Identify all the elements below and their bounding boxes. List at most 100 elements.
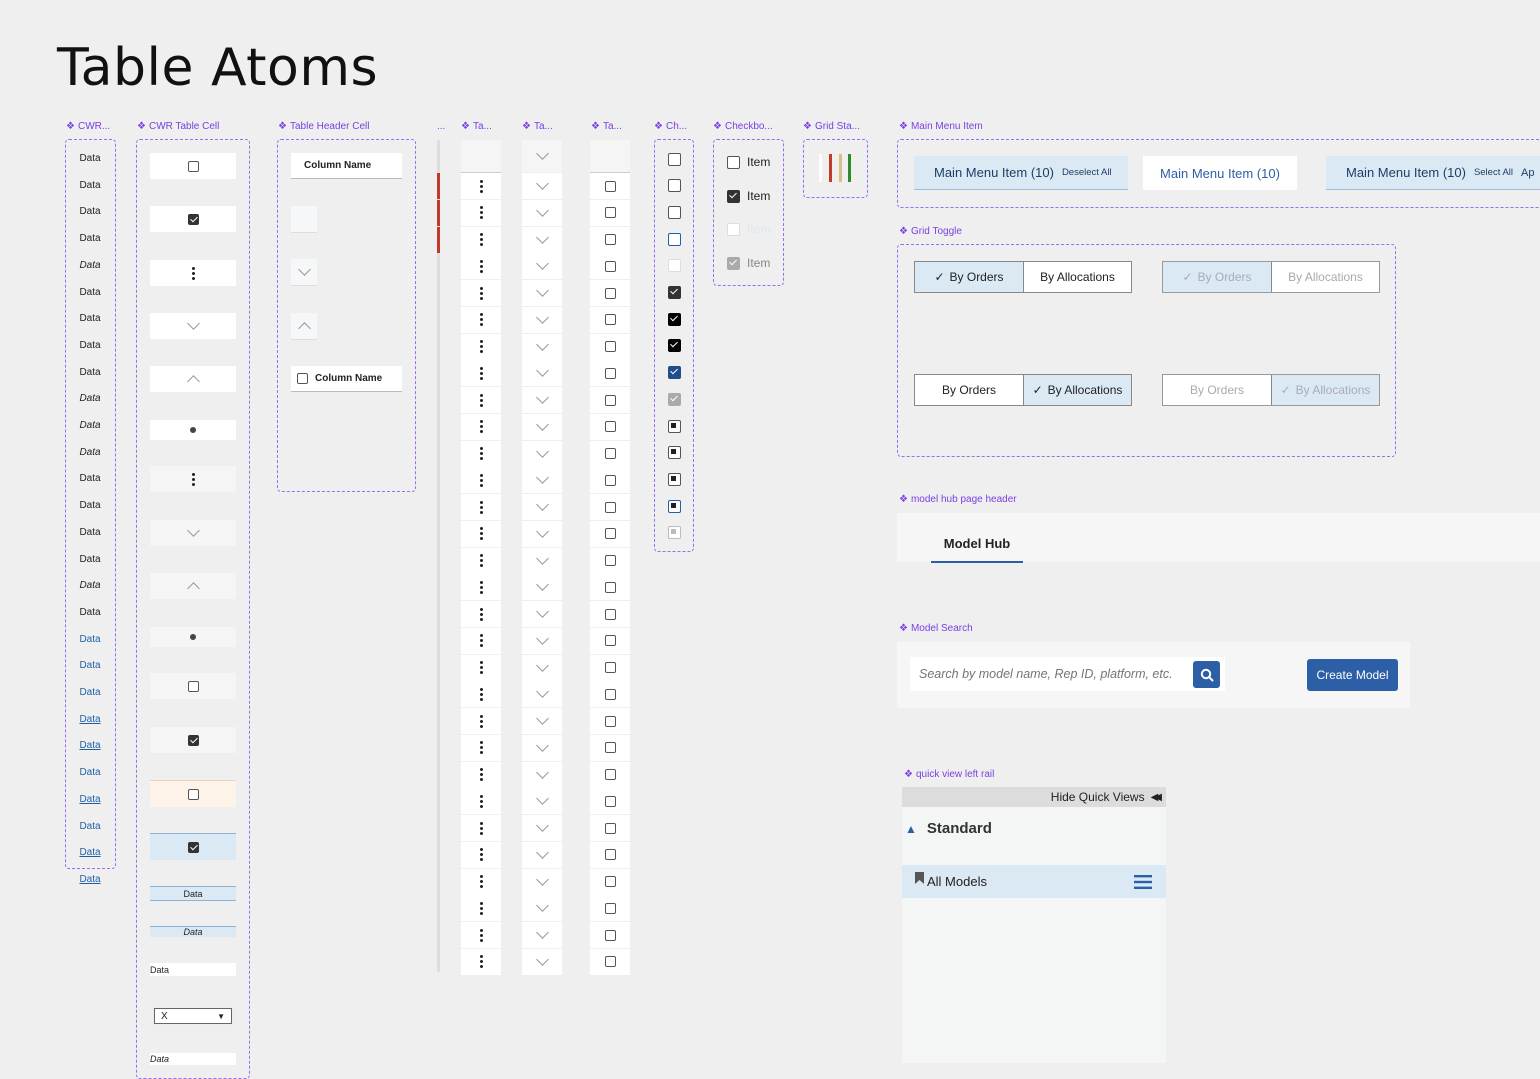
row-checkbox-cell[interactable] [590, 306, 630, 333]
chevron-down-icon[interactable] [535, 819, 549, 832]
chevron-down-icon[interactable] [186, 317, 200, 330]
checkbox-state[interactable] [667, 152, 681, 166]
chevron-down-icon[interactable] [535, 203, 549, 217]
row-kebab-cell[interactable] [461, 948, 501, 975]
row-checkbox-cell[interactable] [590, 654, 630, 681]
checkbox-unchecked[interactable] [604, 849, 616, 861]
deselect-all-link[interactable]: Deselect All [1062, 167, 1112, 178]
checkbox-state[interactable] [667, 472, 681, 486]
tab-model-hub[interactable]: Model Hub [931, 536, 1023, 563]
kebab-icon[interactable] [479, 259, 483, 273]
chevron-down-icon[interactable] [535, 899, 549, 913]
checkbox-unchecked[interactable] [604, 421, 616, 433]
row-checkbox-cell[interactable] [590, 948, 630, 975]
checkbox-unchecked[interactable] [604, 555, 616, 566]
row-expand-cell[interactable] [522, 173, 562, 199]
kebab-icon[interactable] [479, 901, 483, 915]
row-kebab-cell[interactable] [461, 841, 501, 868]
chevron-down-icon[interactable] [535, 926, 549, 939]
row-kebab-cell[interactable] [461, 627, 501, 654]
checkbox-unchecked[interactable] [604, 956, 616, 968]
row-checkbox-cell[interactable] [590, 413, 630, 440]
chevron-down-icon[interactable] [535, 310, 549, 324]
checkbox-checked[interactable] [667, 339, 681, 353]
row-kebab-cell[interactable] [461, 306, 501, 333]
checkbox-item[interactable]: Item [727, 189, 770, 203]
checkbox-checked[interactable] [667, 312, 681, 326]
row-checkbox-cell[interactable] [590, 815, 630, 841]
kebab-icon[interactable] [479, 340, 483, 353]
row-checkbox-cell[interactable] [590, 467, 630, 494]
row-checkbox-cell[interactable] [590, 895, 630, 922]
chevron-down-icon[interactable] [535, 551, 549, 565]
checkbox-unchecked[interactable] [604, 795, 616, 807]
chevron-up-icon[interactable] [186, 375, 200, 388]
checkbox-unchecked[interactable] [604, 742, 616, 754]
chevron-up-icon[interactable] [297, 322, 311, 335]
checkbox-state[interactable] [667, 392, 681, 406]
checkbox-indeterminate[interactable] [667, 419, 681, 433]
chevron-down-icon[interactable] [535, 872, 549, 886]
cell-checkbox-unchecked-grey[interactable] [150, 673, 236, 699]
row-expand-cell[interactable] [522, 574, 562, 601]
row-expand-cell[interactable] [522, 413, 562, 440]
checkbox-state[interactable] [667, 419, 681, 433]
checkbox-unchecked[interactable] [604, 876, 616, 887]
checkbox-unchecked[interactable] [604, 608, 616, 620]
checkbox-unchecked[interactable] [604, 367, 616, 379]
row-expand-cell[interactable] [522, 440, 562, 467]
row-checkbox-cell[interactable] [590, 547, 630, 574]
chevron-down-icon[interactable] [535, 177, 549, 190]
toggle-by-allocations[interactable]: By Allocations [1023, 262, 1131, 292]
cell-checkbox-selected[interactable] [150, 833, 236, 860]
checkbox-checked[interactable] [727, 189, 740, 203]
cwr-data-cell[interactable]: Data [66, 714, 114, 725]
row-expand-cell[interactable] [522, 333, 562, 360]
kebab-icon[interactable] [479, 607, 483, 621]
row-expand-cell[interactable] [522, 841, 562, 868]
hamburger-menu-icon[interactable] [1134, 874, 1152, 889]
row-expand-cell[interactable] [522, 520, 562, 547]
checkbox-unchecked[interactable] [604, 314, 616, 326]
cell-chevron-down-grey[interactable] [150, 520, 236, 546]
checkbox-state[interactable] [667, 259, 681, 273]
chevron-down-icon[interactable] [535, 845, 549, 859]
checkbox-focused[interactable] [667, 232, 681, 246]
kebab-icon[interactable] [479, 955, 483, 969]
checkbox-unchecked[interactable] [667, 179, 681, 193]
kebab-icon[interactable] [479, 473, 483, 487]
chevron-down-icon[interactable] [535, 444, 549, 458]
row-expand-cell[interactable] [522, 253, 562, 280]
checkbox-unchecked[interactable] [727, 155, 740, 169]
chevron-down-icon[interactable] [535, 498, 549, 511]
row-checkbox-cell[interactable] [590, 360, 630, 387]
row-checkbox-cell[interactable] [590, 922, 630, 948]
chevron-down-icon[interactable] [535, 712, 549, 725]
row-kebab-cell[interactable] [461, 708, 501, 734]
checkbox-unchecked[interactable] [604, 929, 616, 941]
cell-chevron-up[interactable] [150, 366, 236, 392]
row-expand-cell[interactable] [522, 922, 562, 948]
row-expand-cell[interactable] [522, 654, 562, 681]
row-expand-cell[interactable] [522, 761, 562, 788]
checkbox-unchecked[interactable] [604, 474, 616, 486]
row-expand-cell[interactable] [522, 815, 562, 841]
row-kebab-cell[interactable] [461, 654, 501, 681]
row-expand-cell[interactable] [522, 734, 562, 761]
cell-kebab-grey[interactable] [150, 466, 236, 492]
chevron-down-icon[interactable] [535, 578, 549, 592]
search-button[interactable] [1193, 661, 1220, 688]
kebab-icon[interactable] [479, 580, 483, 594]
chevron-down-icon[interactable] [535, 284, 549, 297]
checkbox-unchecked[interactable] [187, 788, 199, 800]
checkbox-state[interactable] [667, 499, 681, 513]
checkbox-unchecked[interactable] [187, 160, 199, 172]
checkbox-unchecked[interactable] [604, 260, 616, 272]
row-checkbox-cell[interactable] [590, 440, 630, 467]
checkbox-unchecked[interactable] [187, 680, 199, 692]
checkbox-unchecked[interactable] [604, 715, 616, 727]
cell-checkbox-checked[interactable] [150, 206, 236, 232]
chevron-down-icon[interactable] [535, 685, 549, 699]
checkbox-unchecked[interactable] [667, 205, 681, 219]
row-expand-cell[interactable] [522, 199, 562, 226]
